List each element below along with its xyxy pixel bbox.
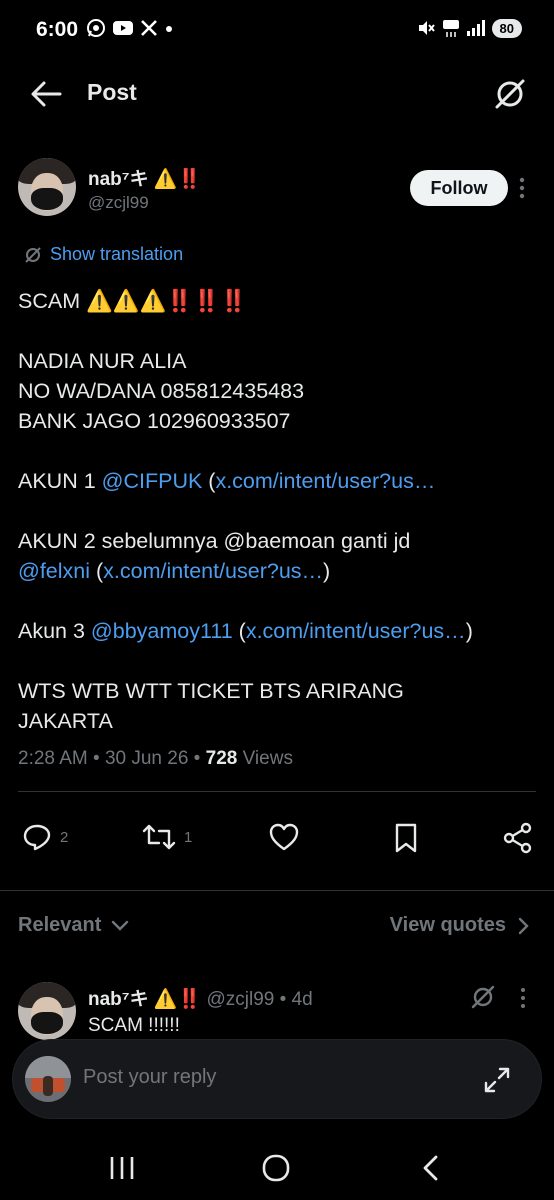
recent-apps-icon[interactable] <box>106 1154 138 1182</box>
status-left-icons <box>86 18 174 38</box>
post-text-span: ( <box>90 559 104 583</box>
post-line: NADIA NUR ALIA <box>18 349 187 373</box>
show-translation-link[interactable]: Show translation <box>24 244 183 265</box>
post-actions: 2 1 <box>0 818 554 862</box>
5g-icon <box>442 20 459 37</box>
post-line: Akun 3 @bbyamoy111 (x.com/intent/user?us… <box>18 616 538 646</box>
chevron-down-icon <box>112 920 129 931</box>
post-line: JAKARTA <box>18 709 113 733</box>
grok-icon[interactable] <box>470 984 496 1010</box>
follow-button[interactable]: Follow <box>410 170 508 206</box>
sort-replies-dropdown[interactable]: Relevant <box>18 914 129 937</box>
reply-author: nab⁷キ ⚠️‼️ @zcjl99 • 4d <box>88 984 313 1011</box>
youtube-icon <box>113 21 133 35</box>
back-arrow-icon[interactable] <box>30 80 62 108</box>
more-options-icon[interactable] <box>518 986 528 1010</box>
mention-link[interactable]: @CIFPUK <box>102 469 203 493</box>
dot-icon <box>166 26 172 32</box>
reply-icon <box>23 824 51 851</box>
reply-handle[interactable]: @zcjl99 <box>207 989 275 1010</box>
post-line: @felxni (x.com/intent/user?us…) <box>18 556 538 586</box>
reply-separator: • <box>274 989 292 1010</box>
home-icon[interactable] <box>260 1154 292 1182</box>
back-nav-icon[interactable] <box>416 1154 448 1182</box>
avatar[interactable] <box>18 158 76 216</box>
reply-button[interactable]: 2 <box>22 822 68 852</box>
sort-label: Relevant <box>18 914 102 936</box>
top-bar: Post <box>0 66 554 122</box>
meta-separator: • <box>87 748 105 769</box>
status-right-icons: 80 <box>416 18 522 38</box>
more-options-icon[interactable] <box>516 174 528 202</box>
reply-item[interactable]: nab⁷キ ⚠️‼️ @zcjl99 • 4d SCAM !!!!!! <box>0 978 554 1048</box>
page-title: Post <box>87 79 137 105</box>
post-text-span: AKUN 1 <box>18 469 102 493</box>
post-time[interactable]: 2:28 AM <box>18 748 88 769</box>
show-translation-label: Show translation <box>50 244 184 264</box>
post-text: SCAM ⚠️⚠️⚠️‼️‼️‼️ NADIA NUR ALIA NO WA/D… <box>18 286 538 736</box>
bookmark-button[interactable] <box>392 822 420 854</box>
x-icon <box>141 20 157 36</box>
reply-time: 4d <box>291 989 313 1010</box>
reply-text: SCAM !!!!!! <box>88 1015 180 1036</box>
post-line: WTS WTB WTT TICKET BTS ARIRANG <box>18 679 404 703</box>
views-label: Views <box>237 748 293 769</box>
post-text-span: ) <box>323 559 331 583</box>
reply-composer <box>12 1039 542 1119</box>
url-link[interactable]: x.com/intent/user?us… <box>246 619 466 643</box>
post-text-span: Akun 3 <box>18 619 91 643</box>
repost-button[interactable]: 1 <box>142 822 192 852</box>
android-nav-bar <box>0 1140 554 1200</box>
share-button[interactable] <box>502 822 534 854</box>
post-line: NO WA/DANA 085812435483 <box>18 379 305 403</box>
whatsapp-icon <box>87 19 105 37</box>
meta-separator: • <box>188 748 206 769</box>
mention-link[interactable]: @felxni <box>18 559 90 583</box>
divider <box>0 890 554 891</box>
signal-icon <box>466 20 485 36</box>
share-icon <box>503 822 532 854</box>
avatar[interactable] <box>18 982 76 1040</box>
mention-link[interactable]: @bbyamoy111 <box>91 619 233 643</box>
post-line: SCAM ⚠️⚠️⚠️‼️‼️‼️ <box>18 289 247 313</box>
battery-indicator: 80 <box>491 18 522 38</box>
post-line: AKUN 1 @CIFPUK (x.com/intent/user?us… <box>18 466 538 496</box>
post-text-span: ( <box>232 619 246 643</box>
avatar <box>25 1056 71 1102</box>
post-line: AKUN 2 sebelumnya @baemoan ganti jd <box>18 529 411 553</box>
reply-input[interactable] <box>83 1066 463 1089</box>
post-text-span: ) <box>465 619 473 643</box>
status-bar: 6:00 80 <box>0 0 554 62</box>
author-handle[interactable]: @zcjl99 <box>88 193 149 213</box>
post-meta: 2:28 AM • 30 Jun 26 • 728 Views <box>18 748 293 770</box>
grok-icon[interactable] <box>494 78 526 110</box>
reply-count: 2 <box>60 828 69 846</box>
post-date[interactable]: 30 Jun 26 <box>105 748 188 769</box>
author-name[interactable]: nab⁷キ ⚠️‼️ <box>88 164 201 191</box>
like-button[interactable] <box>268 822 300 852</box>
status-time: 6:00 <box>36 18 79 41</box>
url-link[interactable]: x.com/intent/user?us… <box>103 559 323 583</box>
post-line: BANK JAGO 102960933507 <box>18 409 291 433</box>
divider <box>18 791 536 792</box>
url-link[interactable]: x.com/intent/user?us… <box>215 469 435 493</box>
reply-author-name[interactable]: nab⁷キ ⚠️‼️ <box>88 989 201 1010</box>
view-quotes-link[interactable]: View quotes <box>390 914 530 937</box>
grok-small-icon <box>25 246 41 263</box>
post-text-span: ( <box>202 469 216 493</box>
chevron-right-icon <box>518 917 529 934</box>
repost-count: 1 <box>184 828 193 846</box>
expand-icon[interactable] <box>483 1066 511 1094</box>
post-author: nab⁷キ ⚠️‼️ @zcjl99 Follow <box>0 156 554 220</box>
view-quotes-label: View quotes <box>389 914 506 936</box>
heart-icon <box>269 823 299 851</box>
views-count: 728 <box>205 748 238 769</box>
repost-icon <box>142 824 176 850</box>
mute-icon <box>418 21 435 35</box>
bookmark-icon <box>395 823 417 853</box>
